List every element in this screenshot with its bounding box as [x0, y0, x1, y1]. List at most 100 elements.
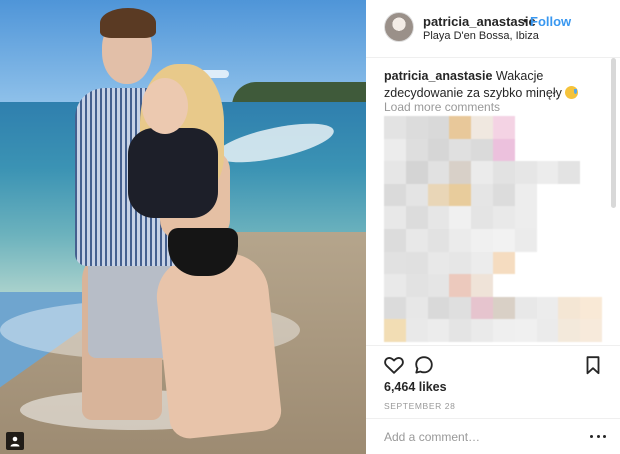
post-caption: patricia_anastasie Wakacje zdecydowanie …: [384, 68, 609, 102]
comment-input[interactable]: [384, 428, 574, 446]
blurred-comment-block: [492, 251, 515, 275]
blurred-comment-block: [580, 183, 602, 207]
blurred-comment-block: [427, 319, 450, 342]
avatar[interactable]: [384, 12, 414, 42]
blurred-comment-block: [449, 319, 472, 342]
blurred-comment-block: [471, 183, 493, 207]
blurred-comment-block: [580, 116, 602, 139]
more-dot: [590, 434, 593, 438]
blurred-comment-block: [427, 228, 450, 252]
blurred-comment-block: [427, 296, 450, 320]
blurred-comment-block: [558, 251, 581, 275]
comment-bubble-icon[interactable]: [413, 354, 435, 376]
blurred-comment-block: [514, 228, 537, 252]
blurred-comment-block: [427, 206, 450, 229]
blurred-comment-block: [471, 138, 493, 162]
blurred-comment-block: [492, 274, 515, 297]
photo-woman-bikini: [168, 228, 238, 276]
blurred-comment-block: [449, 274, 472, 297]
blurred-comment-block: [405, 138, 428, 162]
user-tag-icon[interactable]: [6, 432, 24, 450]
heart-icon[interactable]: [383, 354, 405, 376]
blurred-comment-block: [384, 206, 406, 229]
blurred-comment-block: [471, 319, 493, 342]
blurred-comment-block: [384, 296, 406, 320]
blurred-comment-block: [536, 161, 559, 184]
blurred-comment-block: [580, 251, 602, 275]
blurred-comment-block: [427, 161, 450, 184]
blurred-comment-block: [492, 116, 515, 139]
blurred-comment-block: [405, 296, 428, 320]
bookmark-icon[interactable]: [582, 354, 604, 376]
likes-count[interactable]: 6,464 likes: [384, 380, 447, 394]
blurred-comment-block: [514, 296, 537, 320]
comments-scrollbar[interactable]: [611, 58, 616, 208]
blurred-comment-block: [580, 296, 602, 320]
blurred-comment-block: [427, 251, 450, 275]
post-photo[interactable]: [0, 0, 366, 454]
blurred-comment-block: [536, 296, 559, 320]
blurred-comment-block: [384, 138, 406, 162]
more-dot: [596, 434, 600, 438]
blurred-comment-block: [384, 183, 406, 207]
follow-button[interactable]: Follow: [530, 14, 571, 29]
user-tag-glyph: [10, 436, 20, 447]
blurred-comment-block: [558, 183, 581, 207]
blurred-comment-block: [536, 138, 559, 162]
blurred-comment-block: [405, 116, 428, 139]
post-header: patricia_anastasie • Follow Playa D'en B…: [366, 0, 620, 58]
post-location[interactable]: Playa D'en Bossa, Ibiza: [423, 30, 539, 42]
blurred-comment-block: [558, 228, 581, 252]
load-more-comments-button[interactable]: Load more comments: [384, 100, 500, 114]
more-options-icon[interactable]: [590, 429, 606, 443]
blurred-comment-block: [449, 228, 472, 252]
blurred-comment-block: [580, 319, 602, 342]
caption-username[interactable]: patricia_anastasie: [384, 69, 492, 83]
comments-list[interactable]: patricia_anastasie Wakacje zdecydowanie …: [366, 58, 620, 345]
blurred-comment-block: [558, 116, 581, 139]
post-date[interactable]: September 28: [384, 401, 455, 411]
blurred-comment-block: [405, 228, 428, 252]
blurred-comment-block: [514, 251, 537, 275]
blurred-comment-block: [471, 251, 493, 275]
blurred-comment-block: [449, 251, 472, 275]
blurred-comment-block: [492, 161, 515, 184]
blurred-comment-block: [492, 228, 515, 252]
blurred-comment-block: [492, 138, 515, 162]
blurred-comment-block: [384, 319, 406, 342]
blurred-comment-block: [492, 183, 515, 207]
blurred-comment-block: [449, 183, 472, 207]
blurred-comment-block: [449, 138, 472, 162]
blurred-comment-block: [536, 274, 559, 297]
blurred-comment-block: [449, 116, 472, 139]
add-comment-bar: [366, 418, 620, 454]
post-username[interactable]: patricia_anastasie: [423, 14, 536, 29]
blurred-comment-block: [536, 116, 559, 139]
blurred-comment-block: [514, 161, 537, 184]
blurred-comment-block: [514, 319, 537, 342]
blurred-comment-block: [514, 206, 537, 229]
header-separator: •: [523, 13, 528, 28]
blurred-comment-block: [536, 251, 559, 275]
blurred-comment-block: [405, 161, 428, 184]
blurred-comment-block: [558, 206, 581, 229]
photo-woman-face: [142, 78, 188, 134]
blurred-comment-block: [471, 228, 493, 252]
photo-woman-legs: [152, 249, 284, 441]
blurred-comment-block: [384, 274, 406, 297]
blurred-comment-block: [536, 183, 559, 207]
more-dot: [603, 434, 606, 438]
blurred-comment-block: [492, 296, 515, 320]
blurred-comment-block: [580, 274, 602, 297]
blurred-comment-block: [471, 274, 493, 297]
blurred-comment-block: [580, 161, 602, 184]
blurred-comment-block: [558, 138, 581, 162]
blurred-comment-block: [471, 206, 493, 229]
blurred-comment-block: [405, 206, 428, 229]
blurred-comment-block: [405, 319, 428, 342]
blurred-comment-block: [449, 161, 472, 184]
blurred-comment-block: [405, 183, 428, 207]
blurred-comment-block: [580, 138, 602, 162]
blurred-comment-block: [514, 116, 537, 139]
blurred-comment-block: [384, 251, 406, 275]
